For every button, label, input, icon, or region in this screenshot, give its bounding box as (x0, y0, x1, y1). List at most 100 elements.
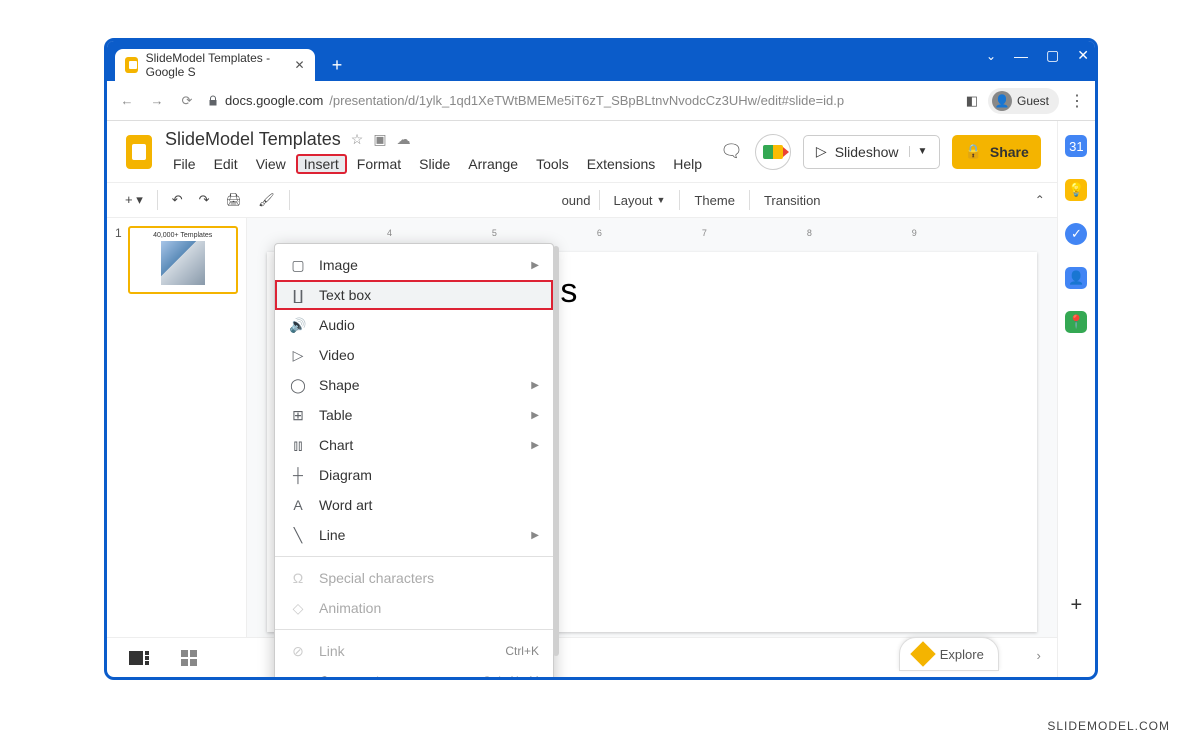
menu-help[interactable]: Help (665, 154, 710, 174)
filmstrip-view-button[interactable] (127, 650, 151, 666)
menu-item-label: Word art (319, 497, 372, 513)
play-icon: ▷ (816, 143, 827, 160)
reload-button[interactable]: ⟳ (177, 91, 197, 111)
redo-button[interactable]: ↷ (193, 188, 216, 212)
slides-logo[interactable] (123, 132, 155, 172)
menu-edit[interactable]: Edit (206, 154, 246, 174)
video-icon: ▷ (289, 346, 307, 364)
menu-item-shape[interactable]: ◯Shape▶ (275, 370, 553, 400)
theme-button[interactable]: Theme (688, 189, 740, 212)
explore-icon (910, 641, 935, 666)
address-bar: ← → ⟳ docs.google.com/presentation/d/1yl… (107, 81, 1095, 121)
menu-item-special-characters: ΩSpecial characters (275, 563, 553, 593)
menu-item-video[interactable]: ▷Video (275, 340, 553, 370)
meet-button[interactable] (755, 134, 791, 170)
menu-item-label: Chart (319, 437, 353, 453)
explore-label: Explore (940, 647, 984, 662)
menu-tools[interactable]: Tools (528, 154, 577, 174)
extensions-icon[interactable]: ◧ (966, 93, 978, 109)
slideshow-label: Slideshow (835, 144, 899, 160)
submenu-arrow-icon: ▶ (531, 260, 539, 271)
slide-panel: 1 40,000+ Templates (107, 218, 247, 637)
menu-item-diagram[interactable]: ┼Diagram (275, 460, 553, 490)
menu-format[interactable]: Format (349, 154, 409, 174)
menu-item-label: Special characters (319, 570, 434, 586)
table-icon: ⊞ (289, 406, 307, 424)
new-tab-button[interactable]: + (323, 51, 351, 79)
menu-shortcut: Ctrl+K (505, 644, 539, 658)
thumb-image (161, 241, 205, 285)
chevron-down-icon[interactable]: ⌄ (986, 49, 996, 63)
comment-history-icon[interactable]: 🗨 (720, 141, 743, 162)
keep-icon[interactable]: 💡 (1065, 179, 1087, 201)
menu-item-audio[interactable]: 🔊Audio (275, 310, 553, 340)
slide-thumbnail[interactable]: 40,000+ Templates (128, 226, 238, 294)
profile-badge[interactable]: 👤 Guest (988, 88, 1059, 114)
menu-item-image[interactable]: ▢Image▶ (275, 250, 553, 280)
slideshow-caret[interactable]: ▼ (909, 146, 928, 157)
paint-format-button[interactable]: 🖌 (252, 188, 281, 212)
grid-view-button[interactable] (177, 650, 201, 666)
contacts-icon[interactable]: 👤 (1065, 267, 1087, 289)
menu-arrange[interactable]: Arrange (460, 154, 526, 174)
maximize-button[interactable]: ▢ (1046, 47, 1059, 64)
diagram-icon: ┼ (289, 466, 307, 484)
workspace: 1 40,000+ Templates 456789 000+ Template… (107, 218, 1057, 637)
star-icon[interactable]: ☆ (351, 131, 364, 148)
back-button[interactable]: ← (117, 91, 137, 111)
menu-item-line[interactable]: ╲Line▶ (275, 520, 553, 550)
menu-item-comment[interactable]: ⊞CommentCtrl+Alt+M (275, 666, 553, 680)
menu-item-label: Shape (319, 377, 359, 393)
menu-item-label: Link (319, 643, 345, 659)
calendar-icon[interactable]: 31 (1065, 135, 1087, 157)
transition-button[interactable]: Transition (758, 189, 827, 212)
layout-button[interactable]: Layout▼ (608, 189, 672, 212)
tasks-icon[interactable]: ✓ (1065, 223, 1087, 245)
minimize-button[interactable]: — (1014, 48, 1028, 64)
menu-item-word-art[interactable]: AWord art (275, 490, 553, 520)
url-field[interactable]: docs.google.com/presentation/d/1ylk_1qd1… (207, 93, 956, 108)
menu-item-chart[interactable]: ⫾⫾Chart▶ (275, 430, 553, 460)
explore-button[interactable]: Explore (899, 637, 999, 671)
doc-header: SlideModel Templates ☆ ▣ ☁ FileEditViewI… (107, 121, 1057, 174)
new-slide-button[interactable]: + ▾ (119, 188, 149, 212)
menu-scrollbar[interactable] (553, 246, 559, 656)
maps-icon[interactable]: 📍 (1065, 311, 1087, 333)
print-button[interactable]: 🖨 (220, 188, 249, 212)
menu-item-text-box[interactable]: ∐Text box (275, 280, 553, 310)
browser-menu-icon[interactable]: ⋮ (1069, 91, 1085, 111)
audio-icon: 🔊 (289, 316, 307, 334)
side-panel-toggle[interactable]: › (1036, 648, 1040, 663)
doc-title[interactable]: SlideModel Templates (165, 129, 341, 150)
menu-view[interactable]: View (248, 154, 294, 174)
menu-slide[interactable]: Slide (411, 154, 458, 174)
toolbar-collapse-icon[interactable]: ⌃ (1035, 193, 1045, 207)
menu-insert[interactable]: Insert (296, 154, 347, 174)
watermark: SLIDEMODEL.COM (1047, 719, 1170, 733)
undo-button[interactable]: ↶ (166, 188, 189, 212)
menu-extensions[interactable]: Extensions (579, 154, 663, 174)
animation-icon: ◇ (289, 599, 307, 617)
menu-item-table[interactable]: ⊞Table▶ (275, 400, 553, 430)
profile-label: Guest (1017, 94, 1049, 108)
move-icon[interactable]: ▣ (373, 131, 386, 148)
chart-icon: ⫾⫾ (289, 436, 307, 454)
share-button[interactable]: 🔒 Share (952, 135, 1040, 169)
submenu-arrow-icon: ▶ (531, 410, 539, 421)
menu-item-label: Line (319, 527, 345, 543)
menu-item-label: Comment (319, 673, 380, 680)
menu-file[interactable]: File (165, 154, 204, 174)
cloud-status-icon[interactable]: ☁ (397, 131, 411, 148)
add-addon-button[interactable]: + (1071, 594, 1083, 617)
shape-icon: ◯ (289, 376, 307, 394)
menu-shortcut: Ctrl+Alt+M (482, 674, 539, 680)
link-icon: ⊘ (289, 642, 307, 660)
close-button[interactable]: ✕ (1077, 47, 1089, 64)
forward-button[interactable]: → (147, 91, 167, 111)
tab-close-icon[interactable]: ✕ (294, 58, 305, 72)
background-button-partial[interactable]: ound (562, 193, 591, 208)
horizontal-ruler: 456789 (267, 228, 1037, 244)
slideshow-button[interactable]: ▷ Slideshow ▼ (803, 135, 941, 169)
browser-tab[interactable]: SlideModel Templates - Google S ✕ (115, 49, 315, 81)
menu-item-link: ⊘ Link Ctrl+K (275, 636, 553, 666)
